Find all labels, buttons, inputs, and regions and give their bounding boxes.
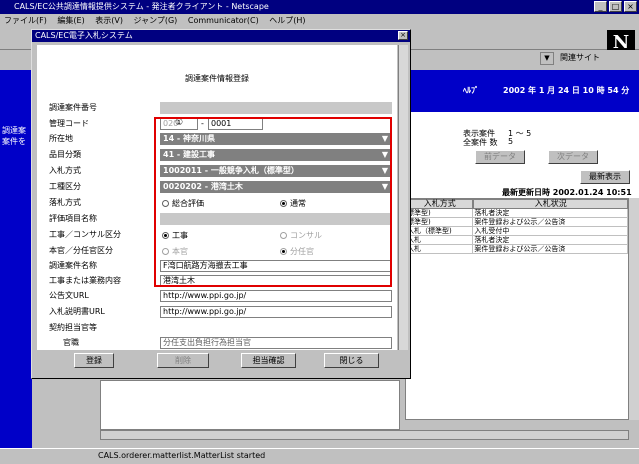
menu-go[interactable]: ジャンプ(G) [134, 16, 178, 25]
total-value: 5 [508, 137, 514, 146]
status-bar [0, 448, 639, 464]
table-row[interactable]: 入札 案件登録および公示／公告済 [406, 245, 628, 254]
label-award-method: 落札方式 [49, 198, 81, 207]
maximize-button[interactable]: □ [609, 1, 622, 12]
dialog-title: CALS/EC電子入札システム [35, 31, 133, 40]
lower-panel [100, 380, 400, 430]
label-office-branch: 本官／分任官区分 [49, 246, 113, 255]
browser-title: CALS/EC公共調達情報提供システム - 発注者クライアント - Netsca… [14, 2, 269, 11]
form-title: 調達案件情報登録 [185, 74, 249, 83]
dialog-close-action-button[interactable]: 閉じる [324, 353, 379, 368]
table-row[interactable]: 標準型) 落札者決定 [406, 209, 628, 218]
label-location: 所在地 [49, 134, 73, 143]
highlight-box [154, 117, 392, 287]
case-number-field [160, 102, 392, 114]
location-dropdown-icon[interactable]: ▼ [540, 52, 554, 65]
menu-edit[interactable]: 編集(E) [57, 16, 84, 25]
bid-doc-url-input[interactable]: http://www.ppi.go.jp/ [160, 306, 392, 318]
dialog-close-button[interactable]: × [398, 31, 408, 40]
menu-view[interactable]: 表示(V) [95, 16, 123, 25]
label-official-title: 官職 [63, 338, 79, 347]
label-construction-consul: 工事／コンサル区分 [49, 230, 121, 239]
matter-table: 入札方式 入札状況 標準型) 落札者決定 標準型) 案件登録および公示／公告済 入札… [405, 198, 629, 420]
status-text: CALS.orderer.matterlist.MatterList start… [98, 451, 266, 460]
left-panel-text: 調達案 案件を [2, 126, 26, 146]
official-title-input[interactable]: 分任支出負担行為担当官 [160, 337, 392, 349]
label-category: 品目分類 [49, 150, 81, 159]
close-window-button[interactable]: × [624, 1, 637, 12]
label-notice-url: 公告文URL [49, 291, 89, 300]
help-link[interactable]: ﾍﾙﾌﾟ [463, 85, 479, 96]
table-row[interactable]: 入札（標準型) 入札受付中 [406, 227, 628, 236]
refresh-button[interactable]: 最新表示 [580, 170, 630, 184]
table-header: 入札方式 入札状況 [406, 199, 628, 209]
label-work-content: 工事または業務内容 [49, 276, 121, 285]
related-sites-link[interactable]: 関連サイト [560, 52, 600, 63]
prev-data-button[interactable]: 前データ [475, 150, 525, 164]
label-work-type: 工種区分 [49, 182, 81, 191]
minimize-button[interactable]: _ [594, 1, 607, 12]
table-row[interactable]: 標準型) 案件登録および公示／公告済 [406, 218, 628, 227]
label-bid-method: 入札方式 [49, 166, 81, 175]
dialog-title-bar: CALS/EC電子入札システム [32, 30, 410, 42]
delete-button[interactable]: 削除 [157, 353, 209, 368]
label-admin-code: 管理コード [49, 119, 89, 128]
confirm-officer-button[interactable]: 担当確認 [241, 353, 296, 368]
table-row[interactable]: 入札 落札者決定 [406, 236, 628, 245]
last-updated: 最新更新日時 2002.01.24 10:51 [502, 188, 632, 197]
register-button[interactable]: 登録 [74, 353, 114, 368]
window-controls: _ □ × [594, 1, 637, 12]
label-case-name: 調達案件名称 [49, 261, 97, 270]
label-contract-officer: 契約担当官等 [49, 323, 97, 332]
menu-file[interactable]: ファイル(F) [4, 16, 47, 25]
header-bid-method[interactable]: 入札方式 [406, 199, 474, 209]
menu-bar: ファイル(F) 編集(E) 表示(V) ジャンプ(G) Communicator… [0, 14, 639, 28]
menu-communicator[interactable]: Communicator(C) [188, 16, 259, 25]
label-case-number: 調達案件番号 [49, 103, 97, 112]
label-bid-doc-url: 入札説明書URL [49, 307, 105, 316]
menu-help[interactable]: ヘルプ(H) [269, 16, 305, 25]
total-label: 全案件 数 [463, 138, 498, 147]
horizontal-scrollbar[interactable] [100, 430, 629, 440]
form-scrollbar[interactable] [398, 45, 408, 350]
table-vertical-scrollbar[interactable] [628, 198, 639, 420]
bid-system-dialog: CALS/EC電子入札システム × 調達案件情報登録 調達案件番号 管理コード … [31, 29, 411, 379]
notice-url-input[interactable]: http://www.ppi.go.jp/ [160, 290, 392, 302]
header-bid-status[interactable]: 入札状況 [473, 199, 628, 209]
browser-title-bar: CALS/EC公共調達情報提供システム - 発注者クライアント - Netsca… [0, 0, 639, 14]
next-data-button[interactable]: 次データ [548, 150, 598, 164]
label-evaluation-item: 評価項目名称 [49, 214, 97, 223]
current-date: 2002 年 1 月 24 日 10 時 54 分 [503, 86, 630, 95]
